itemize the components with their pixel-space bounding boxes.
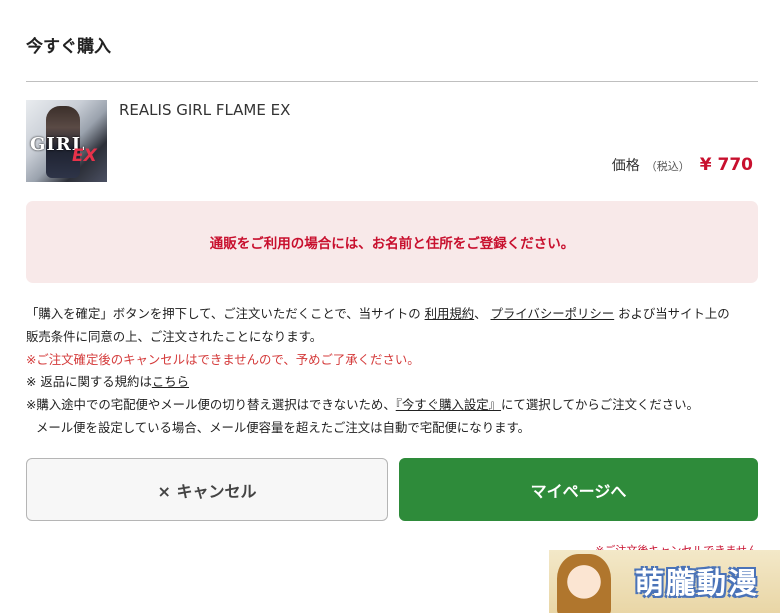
- price-tax-note: （税込）: [645, 160, 690, 173]
- terms-text: 「購入を確定」ボタンを押下して、ご注文いただくことで、当サイトの 利用規約、 プ…: [26, 303, 766, 440]
- terms-line-1: 「購入を確定」ボタンを押下して、ご注文いただくことで、当サイトの 利用規約、 プ…: [26, 303, 766, 326]
- watermark-logo: 萌朧動漫: [549, 550, 780, 613]
- product-name: REALIS GIRL FLAME EX: [119, 101, 291, 119]
- watermark-character: [557, 554, 611, 613]
- shipping-suffix: にて選択してからご注文ください。: [501, 397, 699, 413]
- shipping-prefix: ※購入途中での宅配便やメール便の切り替え選択はできないため、: [26, 397, 396, 413]
- returns-prefix: ※ 返品に関する規約は: [26, 374, 152, 390]
- thumbnail-logo-suffix: EX: [72, 146, 97, 166]
- price-label: 価格: [611, 158, 640, 174]
- purchase-settings-link[interactable]: 『今すぐ購入設定』: [396, 397, 501, 412]
- product-thumbnail: GIRL EX: [26, 100, 107, 182]
- terms-line-1-prefix: 「購入を確定」ボタンを押下して、ご注文いただくことで、当サイトの: [26, 306, 425, 321]
- terms-line-2: 販売条件に同意の上、ご注文されたことになります。: [26, 328, 323, 344]
- price-row: 価格 （税込） ¥ 770: [612, 155, 753, 175]
- privacy-policy-link[interactable]: プライバシーポリシー: [491, 306, 615, 321]
- mypage-button[interactable]: マイページへ: [399, 458, 758, 521]
- cancel-button[interactable]: × キャンセル: [26, 458, 388, 521]
- cancel-warning: ※ご注文確定後のキャンセルはできませんので、予めご了承ください。: [26, 351, 420, 367]
- mail-delivery-line: メール便を設定している場合、メール便容量を超えたご注文は自動で宅配便になります。: [36, 419, 531, 435]
- returns-policy-link[interactable]: こちら: [152, 374, 189, 389]
- returns-line: ※ 返品に関する規約はこちら: [26, 371, 766, 394]
- shipping-line: ※購入途中での宅配便やメール便の切り替え選択はできないため、『今すぐ購入設定』に…: [26, 394, 766, 417]
- page-title: 今すぐ購入: [26, 37, 111, 57]
- registration-notice-text: 通販をご利用の場合には、お名前と住所をご登録ください。: [209, 236, 575, 252]
- watermark-text: 萌朧動漫: [635, 566, 760, 600]
- terms-separator: 、: [474, 306, 491, 321]
- terms-of-use-link[interactable]: 利用規約: [425, 306, 475, 321]
- registration-notice: 通販をご利用の場合には、お名前と住所をご登録ください。: [26, 201, 758, 283]
- terms-line-1-suffix: および当サイト上の: [614, 306, 730, 321]
- title-divider: [26, 81, 758, 82]
- price-value: ¥ 770: [699, 155, 753, 175]
